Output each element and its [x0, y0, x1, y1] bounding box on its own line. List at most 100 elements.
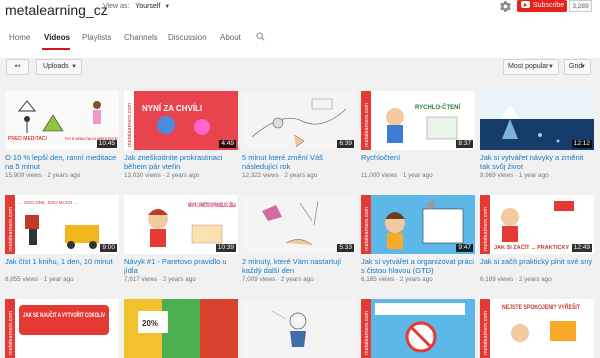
- video-card[interactable]: metalearners.com ... SOO ONE, SOO MUCH .…: [5, 195, 119, 283]
- brand-text: metalearners.com: [8, 311, 14, 355]
- tab-about[interactable]: About: [220, 33, 241, 42]
- video-card[interactable]: metalearners.com NYNÍ ZA CHVÍLI 4:49 Jak…: [124, 91, 238, 179]
- search-icon[interactable]: [256, 32, 265, 41]
- video-card[interactable]: metalearners.com JAK SE NAUČIT A VYTVOŘI…: [5, 299, 119, 358]
- video-duration: 12:49: [571, 244, 592, 252]
- subscribe-button[interactable]: Subscribe: [517, 0, 567, 12]
- sort-dropdown[interactable]: Most popular ▼: [503, 59, 559, 75]
- tab-discussion[interactable]: Discussion: [168, 33, 207, 42]
- video-title[interactable]: Jak si vytvářet návyky a změnit tak svůj…: [480, 153, 594, 171]
- video-card[interactable]: 20%: [124, 299, 238, 358]
- tab-playlists[interactable]: Playlists: [82, 33, 111, 42]
- channel-name[interactable]: metalearning_cz: [5, 2, 108, 18]
- video-card[interactable]: metalearners.com 9:47 Jak si vytvářet a …: [361, 195, 475, 283]
- upload-age: 1 year ago: [43, 276, 74, 283]
- video-thumbnail[interactable]: metalearners.com NYNÍ ZA CHVÍLI 4:49: [124, 91, 238, 150]
- video-card[interactable]: 5:33 2 minuty, které Vám nastartují každ…: [242, 195, 356, 283]
- video-thumbnail[interactable]: metalearners.com 9:47: [361, 195, 475, 254]
- thumb-text-before: PRED MEDITACI: [8, 136, 47, 142]
- upload-age: 2 years ago: [399, 276, 433, 283]
- brand-text: metalearners.com: [364, 207, 370, 251]
- thumb-text: ... SOO ONE, SOO MUCH ...: [19, 200, 77, 205]
- uploads-label: Uploads: [43, 63, 69, 70]
- upload-age: 2 years ago: [162, 276, 196, 283]
- video-card[interactable]: NÁVYK 1 PARETOVO PRAVIDLO U JÍDLA 10:39 …: [124, 195, 238, 283]
- active-tab-indicator: [42, 48, 70, 50]
- video-title[interactable]: Jak číst 1 knihu, 1 den, 10 minut: [5, 257, 119, 275]
- video-duration: 10:39: [215, 244, 236, 252]
- video-duration: 8:37: [456, 140, 473, 148]
- thumb-text: RYCHLO-ČTENÍ: [415, 103, 460, 111]
- tab-channels[interactable]: Channels: [124, 33, 158, 42]
- video-thumbnail[interactable]: 12:12: [480, 91, 594, 150]
- view-count: 13,030 views: [124, 172, 161, 179]
- subscriber-count: 3,289: [569, 0, 592, 12]
- view-count: 11,000 views: [361, 172, 398, 179]
- chevron-down-icon: ▼: [580, 64, 586, 70]
- view-as-selector[interactable]: View as: Yourself ▼: [103, 3, 170, 10]
- thumbnail-illustration: metalearners.com: [361, 299, 475, 358]
- view-as-value[interactable]: Yourself: [135, 3, 160, 10]
- chevron-down-icon: ▼: [164, 4, 171, 10]
- video-thumbnail[interactable]: PRED MEDITACI PO 5 MINUTACH MEDITACE 10:…: [5, 91, 119, 150]
- thumb-text: NYNÍ ZA CHVÍLI: [142, 104, 202, 113]
- video-title[interactable]: Jak si začít praktický plnit své sny: [480, 257, 594, 275]
- video-card[interactable]: [242, 299, 356, 358]
- upload-age: 1 year ago: [518, 172, 549, 179]
- video-title[interactable]: Jak zneškodnite prokrastinaci během pár …: [124, 153, 238, 171]
- video-card[interactable]: metalearners.com: [361, 299, 475, 358]
- video-card[interactable]: metalearners.com RYCHLO-ČTENÍ 8:37 Rychl…: [361, 91, 475, 179]
- video-meta: 11,000 views · 1 year ago: [361, 172, 433, 179]
- thumbnail-illustration: 20%: [124, 299, 238, 358]
- thumbnail-illustration: metalearners.com JAK SE NAUČIT A VYTVOŘI…: [5, 299, 119, 358]
- thumb-text: NEJSTE SPOKOJENI? VYŘEŠIT: [502, 303, 580, 311]
- view-as-label: View as:: [103, 3, 130, 10]
- video-thumbnail[interactable]: NÁVYK 1 PARETOVO PRAVIDLO U JÍDLA 10:39: [124, 195, 238, 254]
- video-title[interactable]: Návyk #1 - Paretovo pravidlo u jídla: [124, 257, 238, 275]
- video-card[interactable]: metalearners.com NEJSTE SPOKOJENI? VYŘEŠ…: [480, 299, 594, 358]
- video-duration: 10:45: [96, 140, 117, 148]
- video-title[interactable]: 2 minuty, které Vám nastartují každý dal…: [242, 257, 356, 275]
- video-thumbnail[interactable]: metalearners.com NEJSTE SPOKOJENI? VYŘEŠ…: [480, 299, 594, 358]
- brand-text: metalearners.com: [8, 207, 14, 251]
- video-thumbnail[interactable]: 20%: [124, 299, 238, 358]
- video-card[interactable]: PRED MEDITACI PO 5 MINUTACH MEDITACE 10:…: [5, 91, 119, 179]
- video-meta: 9,969 views · 1 year ago: [480, 172, 549, 179]
- video-thumbnail[interactable]: metalearners.com: [361, 299, 475, 358]
- video-card[interactable]: metalearners.com JAK SI ZAČÍT ... PRAKTI…: [480, 195, 594, 283]
- view-mode-dropdown[interactable]: Grid ▼: [564, 59, 591, 75]
- video-thumbnail[interactable]: [242, 299, 356, 358]
- view-count: 7,009 views: [242, 276, 276, 283]
- gear-icon[interactable]: [499, 0, 512, 13]
- video-meta: 13,030 views · 2 years ago: [124, 172, 200, 179]
- thumb-text: 20%: [142, 319, 158, 328]
- upload-age: 2 years ago: [280, 276, 314, 283]
- upload-age: 2 years ago: [47, 172, 81, 179]
- back-button[interactable]: ↤: [6, 59, 29, 75]
- video-thumbnail[interactable]: metalearners.com RYCHLO-ČTENÍ 8:37: [361, 91, 475, 150]
- video-duration: 9:00: [100, 244, 117, 252]
- video-title[interactable]: O 10 % lepší den, ranní meditace na 5 mi…: [5, 153, 119, 171]
- video-card[interactable]: 6:39 5 minut které změní Váš následující…: [242, 91, 356, 179]
- view-count: 6,189 views: [480, 276, 514, 283]
- video-thumbnail[interactable]: 6:39: [242, 91, 356, 150]
- upload-age: 2 years ago: [166, 172, 200, 179]
- upload-age: 1 year ago: [402, 172, 433, 179]
- video-thumbnail[interactable]: metalearners.com JAK SI ZAČÍT ... PRAKTI…: [480, 195, 594, 254]
- video-duration: 4:49: [219, 140, 236, 148]
- video-meta: 6,189 views · 2 years ago: [480, 276, 552, 283]
- video-thumbnail[interactable]: metalearners.com ... SOO ONE, SOO MUCH .…: [5, 195, 119, 254]
- video-title[interactable]: 5 minut které změní Váš následující rok: [242, 153, 356, 171]
- video-title[interactable]: Rychločtení: [361, 153, 475, 171]
- video-title[interactable]: Jak si vytvářet a organizovat práci s či…: [361, 257, 475, 275]
- brand-text: metalearners.com: [364, 311, 370, 355]
- tab-videos[interactable]: Videos: [44, 33, 70, 42]
- brand-text: metalearners.com: [364, 103, 370, 147]
- video-thumbnail[interactable]: 5:33: [242, 195, 356, 254]
- tab-home[interactable]: Home: [9, 33, 30, 42]
- video-card[interactable]: 12:12 Jak si vytvářet návyky a změnit ta…: [480, 91, 594, 179]
- thumbnail-illustration: [242, 299, 356, 358]
- uploads-dropdown[interactable]: Uploads ▼: [36, 59, 82, 75]
- video-thumbnail[interactable]: metalearners.com JAK SE NAUČIT A VYTVOŘI…: [5, 299, 119, 358]
- video-meta: 7,009 views · 2 years ago: [242, 276, 314, 283]
